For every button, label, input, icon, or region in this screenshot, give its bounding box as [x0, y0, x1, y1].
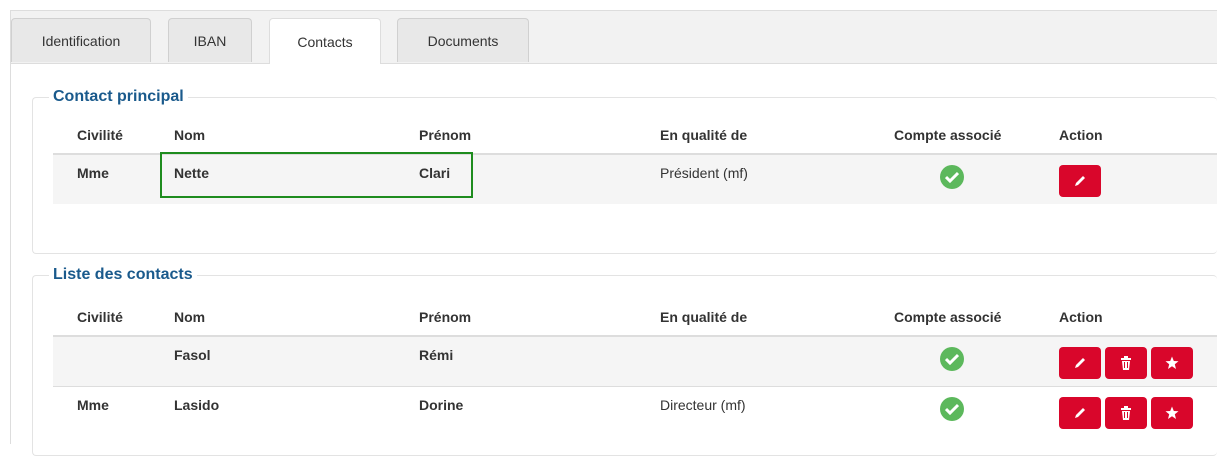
cell-compte-associe: [894, 385, 1059, 436]
cell-nom: Lasido: [174, 385, 419, 436]
col-civilite: Civilité: [77, 117, 174, 155]
col-compte-associe: Compte associé: [894, 299, 1059, 337]
col-prenom: Prénom: [419, 117, 660, 155]
tab-bar: Identification IBAN Contacts Documents: [11, 11, 1217, 64]
tab-documents[interactable]: Documents: [397, 18, 529, 62]
table-row: Mme Nette Clari Président (mf): [53, 154, 1217, 204]
edit-button[interactable]: [1059, 347, 1101, 379]
cell-compte-associe: [894, 154, 1059, 204]
cell-action: [1059, 385, 1217, 436]
cell-nom: Fasol: [174, 336, 419, 386]
star-icon: [1165, 356, 1179, 369]
liste-contacts-table: Civilité Nom Prénom En qualité de Compte…: [53, 299, 1217, 436]
col-action: Action: [1059, 117, 1217, 155]
table-row: Mme Lasido Dorine Directeur (mf): [53, 385, 1217, 436]
cell-action: [1059, 336, 1217, 386]
edit-button[interactable]: [1059, 165, 1101, 197]
pencil-icon: [1075, 358, 1085, 368]
col-prenom: Prénom: [419, 299, 660, 337]
favorite-button[interactable]: [1151, 396, 1193, 429]
col-civilite: Civilité: [77, 299, 174, 337]
col-qualite: En qualité de: [660, 117, 894, 155]
col-action: Action: [1059, 299, 1217, 337]
check-circle-icon: [940, 165, 964, 189]
table-row: Fasol Rémi: [53, 336, 1217, 386]
cell-qualite: [660, 336, 894, 386]
delete-button[interactable]: [1105, 347, 1147, 379]
cell-civilite: Mme: [77, 385, 174, 436]
tab-iban[interactable]: IBAN: [168, 18, 252, 62]
cell-civilite: [77, 336, 174, 386]
delete-button[interactable]: [1105, 396, 1147, 429]
cell-prenom: Clari: [419, 154, 660, 204]
check-circle-icon: [940, 396, 964, 421]
col-nom: Nom: [174, 117, 419, 155]
cell-nom: Nette: [174, 154, 419, 204]
cell-action: [1059, 154, 1217, 204]
tab-contacts[interactable]: Contacts: [269, 18, 381, 64]
liste-contacts-title: Liste des contacts: [53, 266, 193, 283]
col-compte-associe: Compte associé: [894, 117, 1059, 155]
cell-prenom: Rémi: [419, 336, 660, 386]
cell-compte-associe: [894, 336, 1059, 386]
contact-principal-title: Contact principal: [53, 88, 184, 105]
contact-principal-table: Civilité Nom Prénom En qualité de Compte…: [53, 117, 1217, 204]
pencil-icon: [1075, 407, 1085, 418]
cell-qualite: Président (mf): [660, 154, 894, 204]
favorite-button[interactable]: [1151, 347, 1193, 379]
col-nom: Nom: [174, 299, 419, 337]
cell-civilite: Mme: [77, 154, 174, 204]
star-icon: [1165, 406, 1179, 419]
edit-button[interactable]: [1059, 396, 1101, 429]
pencil-icon: [1075, 176, 1085, 186]
tab-identification[interactable]: Identification: [11, 18, 151, 62]
cell-qualite: Directeur (mf): [660, 385, 894, 436]
check-circle-icon: [940, 347, 964, 371]
trash-icon: [1121, 405, 1131, 420]
cell-prenom: Dorine: [419, 385, 660, 436]
col-qualite: En qualité de: [660, 299, 894, 337]
trash-icon: [1121, 356, 1131, 370]
